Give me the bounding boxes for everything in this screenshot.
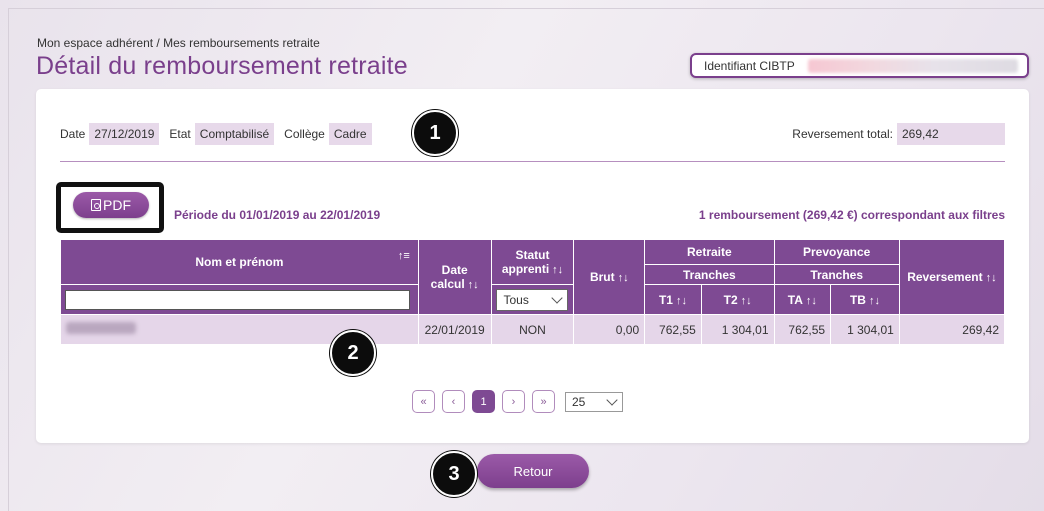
next-page-button[interactable]: › [502, 390, 525, 413]
col-header-retraite: Retraite [644, 239, 775, 265]
prev-page-button[interactable]: ‹ [442, 390, 465, 413]
identifiant-label: Identifiant CIBTP [704, 59, 795, 73]
breadcrumb: Mon espace adhérent / Mes remboursements… [37, 36, 320, 50]
etat-value: Comptabilisé [194, 123, 275, 145]
statut-filter-cell: Tous [490, 284, 575, 315]
page-title: Détail du remboursement retraite [36, 52, 408, 80]
cell-statut: NON [490, 314, 575, 345]
nom-filter-input[interactable] [65, 289, 410, 310]
detail-card: Date 27/12/2019 Etat Comptabilisé Collèg… [36, 89, 1029, 443]
col-header-nom[interactable]: Nom et prénom ↑≡ [60, 239, 419, 285]
nom-filter-cell [60, 284, 419, 315]
col-header-tranches-prevoyance: Tranches [773, 264, 900, 285]
period-text: Période du 01/01/2019 au 22/01/2019 [174, 208, 381, 222]
chevron-down-icon [606, 393, 618, 406]
col-header-t1[interactable]: T1 ↑↓ [644, 284, 702, 315]
sort-icon[interactable]: ↑↓ [741, 295, 752, 307]
date-label: Date [60, 127, 86, 141]
sort-icon[interactable]: ↑↓ [806, 295, 817, 307]
col-header-ta[interactable]: TA ↑↓ [773, 284, 832, 315]
col-header-statut[interactable]: Statut apprenti ↑↓ [490, 239, 575, 285]
pdf-button[interactable]: PDF [73, 192, 149, 218]
total-label: Reversement total: [792, 127, 893, 141]
pagination: « ‹ 1 › » 25 [412, 390, 623, 413]
col-date-calcul-label: Date calcul [430, 263, 468, 291]
statut-filter-value: Tous [503, 292, 529, 307]
step-badge-1: 1 [412, 110, 458, 156]
separator [60, 161, 1005, 162]
etat-label: Etat [169, 127, 191, 141]
col-header-tb[interactable]: TB ↑↓ [830, 284, 900, 315]
identifiant-box: Identifiant CIBTP [690, 53, 1029, 78]
col-header-date-calcul[interactable]: Date calcul ↑↓ [417, 239, 492, 315]
identifiant-value-redacted [808, 59, 1018, 73]
cell-reversement: 269,42 [898, 314, 1006, 345]
pdf-file-icon [91, 199, 101, 211]
page-size-select[interactable]: 25 [565, 391, 623, 412]
col-header-brut[interactable]: Brut ↑↓ [573, 239, 646, 315]
col-nom-label: Nom et prénom [195, 255, 284, 269]
chevron-down-icon [551, 291, 564, 304]
table-row[interactable]: 22/01/2019 NON 0,00 762,55 1 304,01 762,… [60, 314, 1006, 345]
page-size-value: 25 [572, 394, 586, 409]
meta-row: Date 27/12/2019 Etat Comptabilisé Collèg… [60, 123, 382, 145]
col-header-reversement[interactable]: Reversement ↑↓ [898, 239, 1006, 315]
result-count: 1 remboursement (269,42 €) correspondant… [698, 208, 1005, 222]
cell-ta: 762,55 [773, 314, 832, 345]
sort-active-icon[interactable]: ↑≡ [398, 250, 410, 262]
sort-icon[interactable]: ↑↓ [552, 264, 563, 276]
col-t1-label: T1 [658, 292, 673, 307]
col-tb-label: TB [849, 292, 866, 307]
redacted-name [66, 322, 136, 334]
statut-filter-select[interactable]: Tous [496, 288, 569, 311]
college-value: Cadre [328, 123, 372, 145]
remboursement-table: Nom et prénom ↑≡ Date calcul ↑↓ Statut ap… [60, 239, 1006, 345]
retour-button[interactable]: Retour [477, 454, 589, 488]
cell-t1: 762,55 [644, 314, 702, 345]
step-badge-2: 2 [330, 330, 376, 376]
sort-icon[interactable]: ↑↓ [676, 295, 687, 307]
total-row: Reversement total: 269,42 [792, 123, 1005, 145]
sort-icon[interactable]: ↑↓ [986, 272, 997, 284]
cell-t2: 1 304,01 [700, 314, 775, 345]
col-header-prevoyance: Prevoyance [773, 239, 900, 265]
col-statut-label: Statut apprenti [501, 248, 550, 276]
first-page-button[interactable]: « [412, 390, 435, 413]
cell-brut: 0,00 [573, 314, 646, 345]
sort-icon[interactable]: ↑↓ [618, 272, 629, 284]
sort-icon[interactable]: ↑↓ [468, 279, 479, 291]
col-brut-label: Brut [589, 270, 615, 284]
last-page-button[interactable]: » [532, 390, 555, 413]
col-header-tranches-retraite: Tranches [644, 264, 775, 285]
cell-date-calcul: 22/01/2019 [417, 314, 492, 345]
step-badge-3: 3 [431, 451, 477, 497]
col-header-t2[interactable]: T2 ↑↓ [700, 284, 775, 315]
col-reversement-label: Reversement [907, 270, 983, 284]
col-ta-label: TA [787, 292, 803, 307]
sort-icon[interactable]: ↑↓ [869, 295, 880, 307]
pdf-button-label: PDF [103, 197, 131, 213]
page-1-button[interactable]: 1 [472, 390, 495, 413]
date-value: 27/12/2019 [89, 123, 160, 145]
total-value: 269,42 [897, 123, 1005, 145]
college-label: Collège [284, 127, 325, 141]
col-t2-label: T2 [723, 292, 738, 307]
cell-tb: 1 304,01 [830, 314, 900, 345]
